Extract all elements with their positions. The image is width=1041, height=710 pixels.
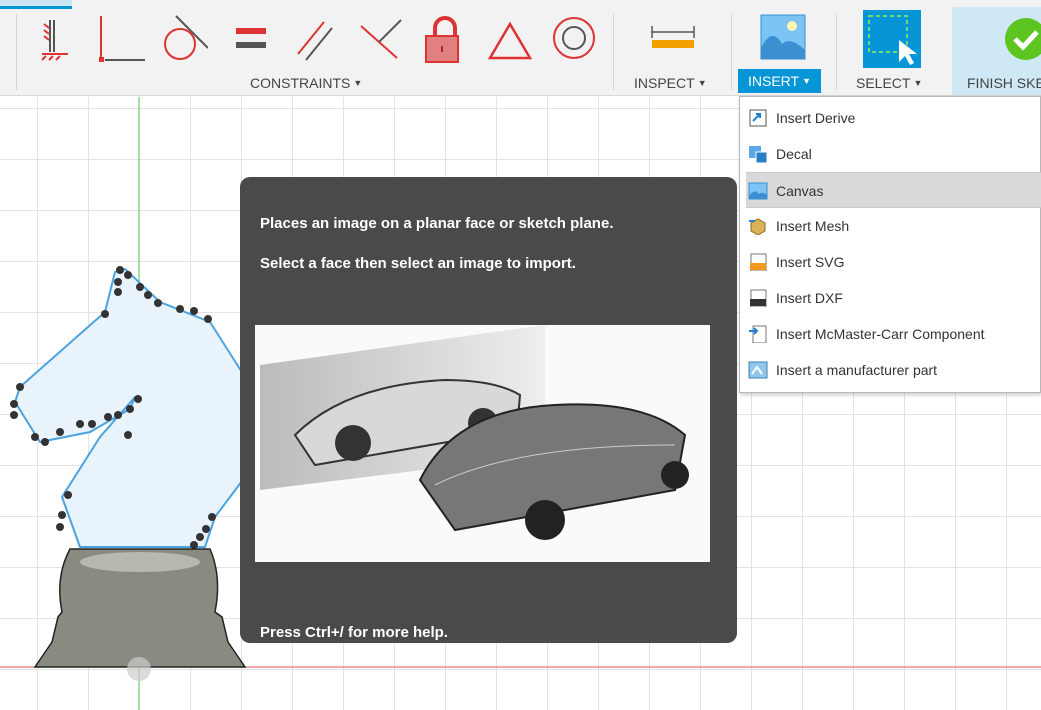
constraints-label: CONSTRAINTS bbox=[250, 75, 351, 91]
menu-item-decal[interactable]: Decal bbox=[746, 136, 1041, 172]
menu-item-insert-manufacturer-part[interactable]: Insert a manufacturer part bbox=[746, 352, 1041, 388]
menu-item-label: Insert SVG bbox=[776, 254, 845, 270]
insert-mesh-icon bbox=[749, 218, 766, 235]
manufacturer-part-icon bbox=[748, 361, 768, 379]
menu-item-label: Insert McMaster-Carr Component bbox=[776, 326, 985, 342]
caret-down-icon: ▼ bbox=[802, 76, 812, 86]
decal-icon bbox=[749, 146, 768, 163]
menu-item-insert-dxf[interactable]: Insert DXF bbox=[746, 280, 1041, 316]
origin-icon bbox=[127, 657, 151, 681]
divider bbox=[836, 14, 837, 90]
menu-item-insert-derive[interactable]: Insert Derive bbox=[746, 100, 1041, 136]
concentric-icon[interactable] bbox=[550, 14, 600, 64]
finish-sketch-label: FINISH SKETCH bbox=[967, 75, 1041, 91]
tooltip-preview-image bbox=[255, 325, 710, 562]
canvas-tooltip: Places an image on a planar face or sket… bbox=[240, 177, 737, 643]
select-label: SELECT bbox=[856, 75, 911, 91]
menu-item-insert-svg[interactable]: Insert SVG bbox=[746, 244, 1041, 280]
finish-sketch-button[interactable]: FINISH SKETCH bbox=[952, 7, 1041, 95]
fix-icon[interactable] bbox=[30, 14, 80, 64]
menu-item-insert-mesh[interactable]: Insert Mesh bbox=[746, 208, 1041, 244]
perpendicular-icon[interactable] bbox=[355, 14, 405, 64]
divider bbox=[731, 14, 732, 90]
constraints-menu[interactable]: CONSTRAINTS ▼ bbox=[250, 73, 362, 93]
menu-item-insert-mcmaster[interactable]: Insert McMaster-Carr Component bbox=[746, 316, 1041, 352]
tooltip-help-hint: Press Ctrl+/ for more help. bbox=[260, 624, 448, 641]
caret-down-icon: ▼ bbox=[353, 78, 363, 88]
measure-icon[interactable] bbox=[648, 14, 698, 64]
canvas-icon bbox=[748, 182, 768, 200]
menu-item-label: Insert Mesh bbox=[776, 218, 850, 234]
inspect-label: INSPECT bbox=[634, 75, 695, 91]
divider bbox=[613, 14, 614, 90]
menu-item-label: Canvas bbox=[776, 183, 824, 199]
insert-dxf-icon bbox=[750, 289, 767, 307]
menu-item-canvas[interactable]: Canvas bbox=[746, 172, 1041, 208]
equal-icon[interactable] bbox=[226, 14, 276, 64]
mcmaster-icon bbox=[749, 325, 767, 343]
checkmark-icon bbox=[1005, 18, 1041, 60]
insert-image-icon[interactable] bbox=[760, 14, 806, 60]
insert-dropdown-menu: Insert Derive Decal Canvas Insert Mesh I… bbox=[739, 96, 1041, 393]
insert-svg-icon bbox=[750, 253, 767, 271]
lock-icon[interactable] bbox=[420, 14, 470, 64]
triangle-icon[interactable] bbox=[485, 14, 535, 64]
tangent-icon[interactable] bbox=[158, 14, 208, 64]
menu-item-label: Insert Derive bbox=[776, 110, 856, 126]
parallel-icon[interactable] bbox=[290, 14, 340, 64]
menu-item-label: Insert DXF bbox=[776, 290, 843, 306]
caret-down-icon: ▼ bbox=[913, 78, 923, 88]
insert-label: INSERT bbox=[748, 73, 800, 89]
inspect-menu[interactable]: INSPECT ▼ bbox=[634, 73, 707, 93]
tooltip-instruction: Select a face then select an image to im… bbox=[260, 255, 576, 272]
divider bbox=[16, 14, 17, 90]
coincident-icon[interactable] bbox=[95, 14, 145, 64]
tooltip-description: Places an image on a planar face or sket… bbox=[260, 215, 614, 232]
select-menu[interactable]: SELECT ▼ bbox=[856, 73, 922, 93]
ribbon-toolbar: CONSTRAINTS ▼ INSPECT ▼ INSERT ▼ SELECT ▼ FI… bbox=[0, 0, 1041, 96]
insert-derive-icon bbox=[749, 109, 767, 127]
insert-menu[interactable]: INSERT ▼ bbox=[738, 69, 822, 93]
active-tab-indicator bbox=[0, 0, 72, 9]
menu-item-label: Insert a manufacturer part bbox=[776, 362, 938, 378]
select-window-icon[interactable] bbox=[863, 10, 921, 68]
caret-down-icon: ▼ bbox=[697, 78, 707, 88]
menu-item-label: Decal bbox=[776, 146, 812, 162]
